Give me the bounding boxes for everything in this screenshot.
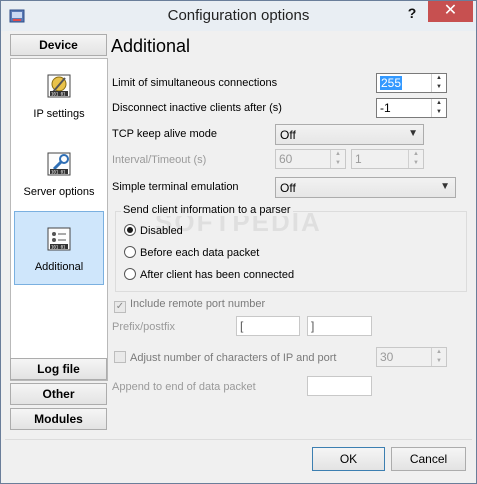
limit-connections-spinner[interactable]: 255 ▲ ▼: [376, 73, 447, 93]
limit-connections-label: Limit of simultaneous connections: [112, 77, 278, 89]
server-options-icon: 101 01: [47, 152, 71, 176]
svg-text:101 01: 101 01: [51, 245, 66, 250]
nav-panel: 101 01 IP settings 101 01 Server options: [10, 58, 108, 381]
include-port-checkbox[interactable]: ✓ Include remote port number: [114, 298, 265, 313]
interval-label: Interval/Timeout (s): [112, 154, 207, 166]
nav-item-additional-label: Additional: [34, 261, 84, 273]
ok-button[interactable]: OK: [312, 447, 385, 471]
nav-modules-button[interactable]: Modules: [10, 408, 107, 430]
postfix-input[interactable]: ]: [307, 316, 372, 336]
prefix-input[interactable]: [: [236, 316, 300, 336]
checkmark-icon: ✓: [114, 301, 126, 313]
append-label: Append to end of data packet: [112, 381, 256, 393]
svg-text:101 01: 101 01: [51, 170, 66, 175]
adjust-chars-value: 30: [380, 350, 394, 364]
prefix-value: [: [240, 319, 244, 333]
nav-other-button[interactable]: Other: [10, 383, 107, 405]
radio-disabled[interactable]: Disabled: [124, 224, 183, 237]
ip-settings-icon: 101 01: [47, 74, 71, 98]
radio-before-packet[interactable]: Before each data packet: [124, 246, 259, 259]
adjust-chars-checkbox[interactable]: Adjust number of characters of IP and po…: [114, 351, 336, 364]
spinner-arrows-icon[interactable]: ▲ ▼: [330, 150, 345, 168]
config-window: Configuration options ? ✕ Device 101 01 …: [0, 0, 477, 484]
cancel-button[interactable]: Cancel: [391, 447, 466, 471]
adjust-chars-spinner[interactable]: 30 ▲ ▼: [376, 347, 447, 367]
spinner-arrows-icon[interactable]: ▲ ▼: [408, 150, 423, 168]
tcp-keepalive-value: Off: [280, 128, 296, 142]
spinner-arrows-icon[interactable]: ▲ ▼: [431, 348, 446, 366]
chevron-down-icon: ▼: [408, 128, 418, 139]
limit-connections-value: 255: [380, 76, 403, 90]
terminal-emulation-label: Simple terminal emulation: [112, 181, 239, 193]
disconnect-value: -1: [380, 101, 391, 115]
spinner-arrows-icon[interactable]: ▲ ▼: [431, 74, 446, 92]
terminal-emulation-value: Off: [280, 181, 296, 195]
radio-unselected-icon: [124, 246, 136, 258]
include-port-label: Include remote port number: [130, 298, 266, 310]
nav-item-additional[interactable]: 101 01 Additional: [14, 211, 104, 285]
close-button[interactable]: ✕: [428, 1, 473, 22]
nav-log-file-button[interactable]: Log file: [10, 358, 107, 380]
title-bar: Configuration options ? ✕: [1, 1, 476, 31]
nav-item-server-options[interactable]: 101 01 Server options: [11, 149, 107, 217]
radio-unselected-icon: [124, 268, 136, 280]
nav-item-ip-settings-label: IP settings: [33, 108, 85, 120]
nav-item-ip-settings[interactable]: 101 01 IP settings: [11, 71, 107, 139]
adjust-chars-label: Adjust number of characters of IP and po…: [130, 352, 337, 364]
additional-icon: 101 01: [47, 227, 71, 251]
checkbox-icon: [114, 351, 126, 363]
interval-value: 60: [279, 152, 293, 166]
help-button[interactable]: ?: [397, 3, 427, 25]
append-input[interactable]: [307, 376, 372, 396]
page-title: Additional: [111, 36, 191, 56]
tcp-keepalive-select[interactable]: Off ▼: [275, 124, 424, 145]
radio-after-label: After client has been connected: [140, 269, 295, 281]
parser-group-label: Send client information to a parser: [121, 204, 293, 216]
disconnect-spinner[interactable]: -1 ▲ ▼: [376, 98, 447, 118]
terminal-emulation-select[interactable]: Off ▼: [275, 177, 456, 198]
radio-after-connect[interactable]: After client has been connected: [124, 268, 294, 281]
timeout-value: 1: [355, 152, 362, 166]
spinner-arrows-icon[interactable]: ▲ ▼: [431, 99, 446, 117]
chevron-down-icon: ▼: [440, 181, 450, 192]
svg-text:101 01: 101 01: [51, 92, 66, 97]
radio-selected-icon: [124, 224, 136, 236]
tcp-keepalive-label: TCP keep alive mode: [112, 128, 217, 140]
nav-item-server-options-label: Server options: [23, 186, 95, 198]
bottom-divider: [5, 439, 472, 440]
dialog-client: Device 101 01 IP settings 101 01 Server …: [5, 31, 472, 479]
radio-disabled-label: Disabled: [140, 225, 183, 237]
postfix-value: ]: [311, 319, 315, 333]
disconnect-label: Disconnect inactive clients after (s): [112, 102, 282, 114]
parser-groupbox: Send client information to a parser Disa…: [115, 204, 467, 292]
prefix-postfix-label: Prefix/postfix: [112, 321, 175, 333]
timeout-spinner[interactable]: 1 ▲ ▼: [351, 149, 424, 169]
radio-before-label: Before each data packet: [140, 247, 260, 259]
nav-device-button[interactable]: Device: [10, 34, 107, 56]
interval-spinner[interactable]: 60 ▲ ▼: [275, 149, 346, 169]
